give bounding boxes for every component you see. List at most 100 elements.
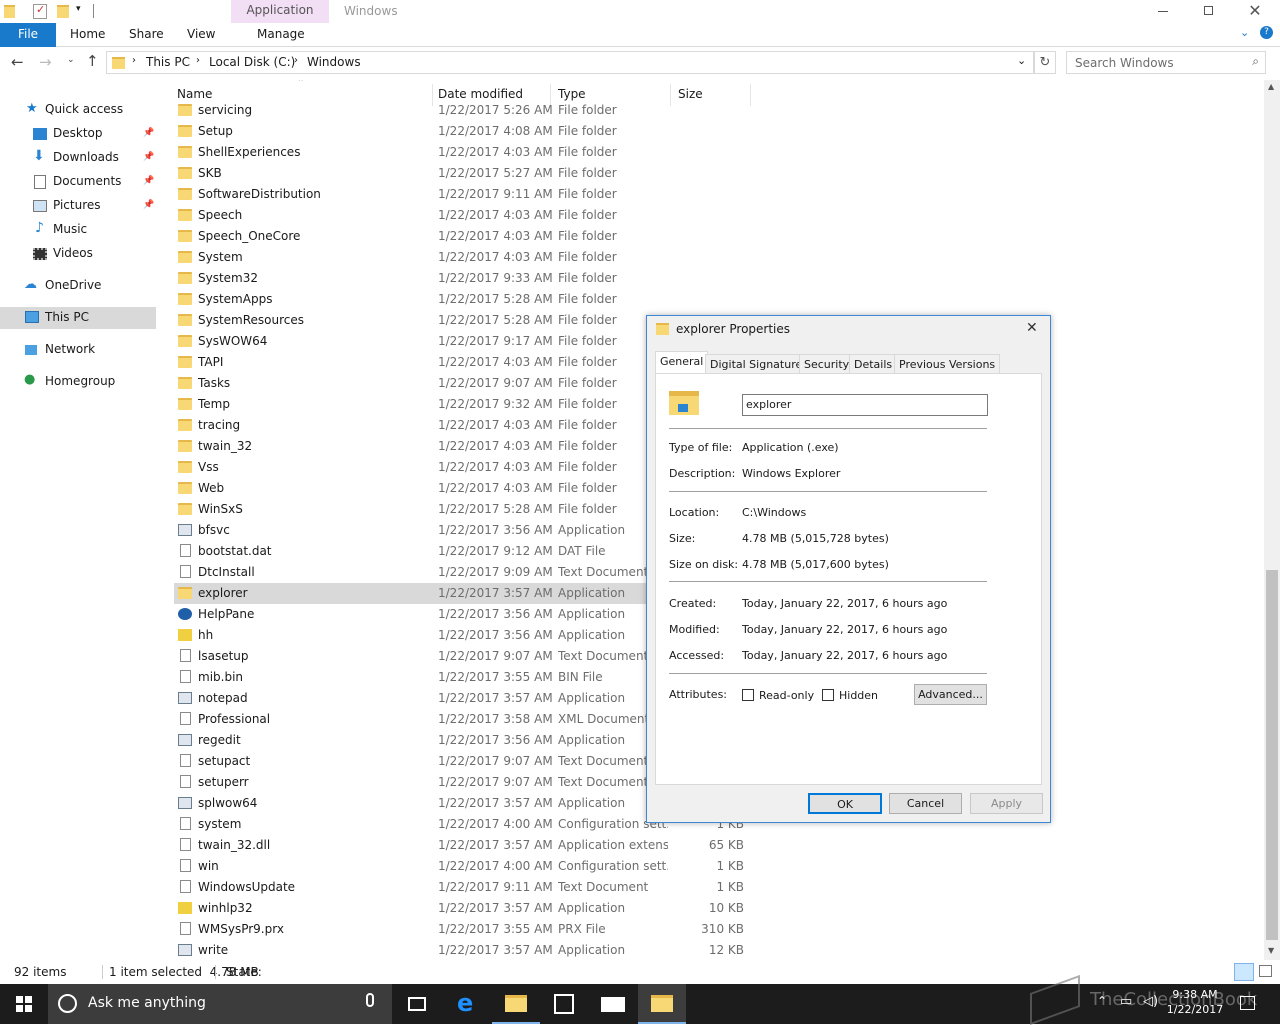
pin-icon[interactable]: 📌 [143,176,154,186]
hidden-checkbox[interactable] [822,689,834,701]
task-view-button[interactable] [392,984,440,1024]
minimize-button[interactable] [1140,0,1186,23]
store-button[interactable] [540,984,588,1024]
forward-icon[interactable]: → [39,53,52,71]
nav-network[interactable]: Network [0,340,156,360]
nav-videos[interactable]: Videos [0,244,156,264]
table-row[interactable]: winhlp32 1/22/2017 3:57 AM Application 10 K… [174,898,754,919]
table-row[interactable]: Speech_OneCore 1/22/2017 4:03 AM File fold… [174,226,754,247]
tab-manage[interactable]: Manage [257,27,305,41]
file-date: 1/22/2017 9:09 AM [438,565,553,579]
breadcrumb-separator-icon[interactable]: › [294,55,298,66]
details-view-icon[interactable] [1234,963,1254,981]
cortana-search-box[interactable]: Ask me anything [48,984,392,1024]
dialog-close-button[interactable]: ✕ [1026,320,1038,336]
microphone-icon[interactable] [366,993,374,1007]
table-row[interactable]: win 1/22/2017 4:00 AM Configuration sett..… [174,856,754,877]
back-icon[interactable]: ← [11,53,24,71]
nav-music[interactable]: ♪ Music [0,220,156,240]
pin-icon[interactable]: 📌 [143,200,154,210]
large-icons-view-icon[interactable] [1259,965,1272,977]
address-box[interactable]: › This PC › Local Disk (C:) › Windows ⌄ [106,51,1034,74]
file-name-field[interactable]: explorer [742,394,988,416]
show-hidden-icons-icon[interactable]: ⌃ [1097,994,1107,1008]
tab-details[interactable]: Details [849,354,898,374]
table-row[interactable]: write 1/22/2017 3:57 AM Application 12 KB [174,940,754,960]
chevron-down-icon[interactable]: ⌄ [1017,54,1026,67]
properties-quick-icon[interactable]: ✓ [33,3,47,19]
up-icon[interactable]: ↑ [86,52,99,70]
tab-view[interactable]: View [187,27,215,41]
tab-digital-signatures[interactable]: Digital Signatures [705,354,813,374]
table-row[interactable]: SystemApps 1/22/2017 5:28 AM File folder [174,289,754,310]
clock[interactable]: 9:38 AM 1/22/2017 [1164,988,1226,1016]
new-folder-quick-icon[interactable] [57,5,69,18]
column-header-name[interactable]: Name [177,87,432,101]
column-header-type[interactable]: Type [558,87,586,101]
tab-previous-versions[interactable]: Previous Versions [894,354,1001,374]
nav-homegroup[interactable]: ● Homegroup [0,372,156,392]
nav-documents[interactable]: Documents 📌 [0,172,156,192]
nav-quick-access[interactable]: ★ Quick access [0,100,156,120]
chevron-down-icon[interactable]: ⌄ [1240,26,1249,39]
table-row[interactable]: WMSysPr9.prx 1/22/2017 3:55 AM PRX File 310… [174,919,754,940]
tab-file[interactable]: File [0,23,56,47]
read-only-checkbox[interactable] [742,689,754,701]
table-row[interactable]: System 1/22/2017 4:03 AM File folder [174,247,754,268]
action-center-icon[interactable] [1240,996,1255,1010]
nav-downloads[interactable]: ⬇ Downloads 📌 [0,148,156,168]
file-explorer-taskbar-button[interactable] [492,984,540,1024]
pin-icon[interactable]: 📌 [143,128,154,138]
scroll-down-icon[interactable]: ▼ [1268,946,1274,955]
refresh-icon[interactable]: ↻ [1034,51,1056,74]
read-only-label[interactable]: Read-only [759,689,814,702]
table-row[interactable]: WindowsUpdate 1/22/2017 9:11 AM Text Docum… [174,877,754,898]
file-explorer-active-button[interactable] [638,984,686,1024]
edge-button[interactable]: e [443,984,491,1024]
nav-pictures[interactable]: Pictures 📌 [0,196,156,216]
table-row[interactable]: Setup 1/22/2017 4:08 AM File folder [174,121,754,142]
tab-general[interactable]: General [655,351,709,374]
mail-button[interactable] [589,984,637,1024]
close-button[interactable]: ✕ [1232,0,1278,23]
cancel-button[interactable]: Cancel [889,793,962,814]
network-tray-icon[interactable]: ▭ [1120,994,1132,1009]
tab-share[interactable]: Share [129,27,164,41]
nav-onedrive[interactable]: ☁ OneDrive [0,276,156,296]
table-row[interactable]: servicing 1/22/2017 5:26 AM File folder [174,100,754,121]
breadcrumb-windows[interactable]: Windows [307,55,361,69]
tab-security[interactable]: Security [799,354,855,374]
table-row[interactable]: Speech 1/22/2017 4:03 AM File folder [174,205,754,226]
table-row[interactable]: SoftwareDistribution 1/22/2017 9:11 AM Fil… [174,184,754,205]
help-icon[interactable]: ? [1260,26,1273,39]
start-button[interactable] [0,984,48,1024]
breadcrumb-separator-icon[interactable]: › [196,55,200,66]
ok-button[interactable]: OK [808,793,882,814]
advanced-button[interactable]: Advanced... [914,684,987,705]
column-header-date[interactable]: Date modified [438,87,523,101]
vertical-scrollbar[interactable]: ▲ ▼ [1264,80,1280,960]
tab-home[interactable]: Home [70,27,105,41]
apply-button[interactable]: Apply [970,793,1043,814]
file-name: tracing [198,418,241,432]
search-input[interactable]: Search Windows ⌕ [1066,51,1266,74]
hidden-label[interactable]: Hidden [839,689,878,702]
scroll-up-icon[interactable]: ▲ [1268,82,1274,91]
scroll-thumb[interactable] [1266,570,1278,940]
maximize-button[interactable] [1186,0,1232,23]
table-row[interactable]: twain_32.dll 1/22/2017 3:57 AM Application… [174,835,754,856]
nav-this-pc[interactable]: This PC [0,307,156,329]
table-row[interactable]: SKB 1/22/2017 5:27 AM File folder [174,163,754,184]
column-header-size[interactable]: Size [678,87,703,101]
volume-icon[interactable]: ◁) [1143,994,1158,1009]
file-size: 10 KB [708,901,744,915]
pin-icon[interactable]: 📌 [143,152,154,162]
breadcrumb-this-pc[interactable]: This PC [146,55,190,69]
nav-desktop[interactable]: Desktop 📌 [0,124,156,144]
chevron-down-icon[interactable]: ▾ [76,4,81,14]
breadcrumb-local-disk[interactable]: Local Disk (C:) [209,55,295,69]
recent-locations-icon[interactable]: ⌄ [67,55,75,65]
table-row[interactable]: ShellExperiences 1/22/2017 4:03 AM File fo… [174,142,754,163]
breadcrumb-separator-icon[interactable]: › [132,55,136,66]
table-row[interactable]: System32 1/22/2017 9:33 AM File folder [174,268,754,289]
